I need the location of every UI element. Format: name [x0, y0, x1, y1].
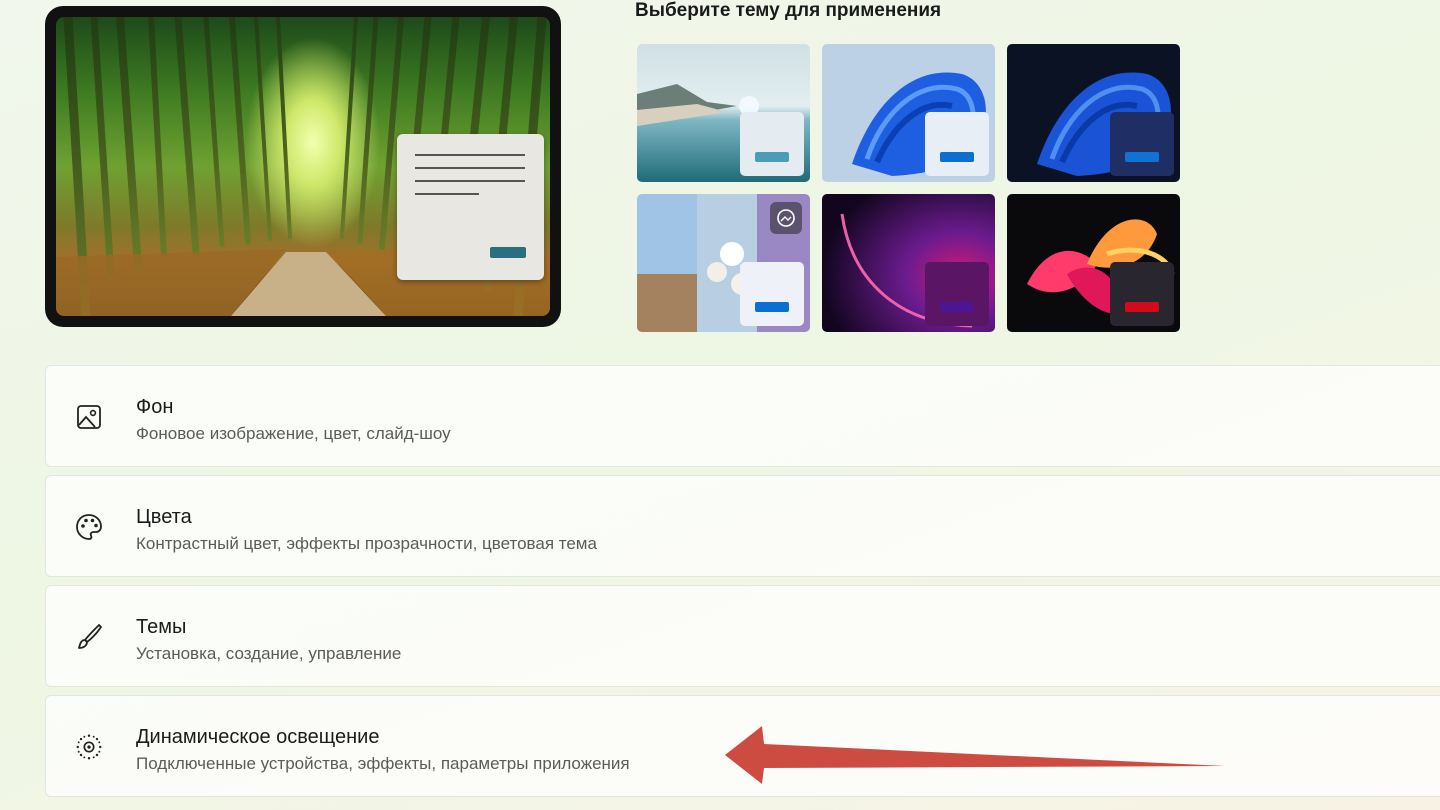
- mini-accent-button: [490, 247, 526, 258]
- theme-swatch: [925, 262, 989, 326]
- theme-card-flow-dark[interactable]: [1007, 194, 1180, 332]
- setting-title: Темы: [136, 616, 187, 638]
- theme-card-glow-lake[interactable]: [637, 44, 810, 182]
- palette-icon: [74, 512, 104, 542]
- preview-wallpaper: [56, 17, 550, 316]
- setting-subtitle: Установка, создание, управление: [136, 644, 402, 663]
- brush-icon: [74, 622, 104, 652]
- setting-colors[interactable]: Цвета Контрастный цвет, эффекты прозрачн…: [45, 475, 1440, 577]
- dynamic-lighting-icon: [74, 732, 104, 762]
- setting-dynamic-lighting[interactable]: Динамическое освещение Подключенные устр…: [45, 695, 1440, 797]
- theme-swatch: [925, 112, 989, 176]
- setting-title: Динамическое освещение: [136, 726, 380, 748]
- theme-swatch: [740, 262, 804, 326]
- setting-background[interactable]: Фон Фоновое изображение, цвет, слайд-шоу: [45, 365, 1440, 467]
- slideshow-badge: [770, 202, 802, 234]
- setting-subtitle: Подключенные устройства, эффекты, параме…: [136, 754, 630, 773]
- setting-title: Цвета: [136, 506, 192, 528]
- theme-picker-heading: Выберите тему для применения: [635, 0, 942, 21]
- theme-card-spotlight[interactable]: [637, 194, 810, 332]
- theme-card-windows-light[interactable]: [822, 44, 995, 182]
- theme-swatch: [1110, 262, 1174, 326]
- image-icon: [74, 402, 104, 432]
- setting-subtitle: Контрастный цвет, эффекты прозрачности, …: [136, 534, 597, 553]
- theme-swatch: [740, 112, 804, 176]
- mini-window-preview: [397, 134, 544, 280]
- slideshow-icon: [777, 209, 795, 227]
- setting-themes[interactable]: Темы Установка, создание, управление: [45, 585, 1440, 687]
- theme-card-windows-dark[interactable]: [1007, 44, 1180, 182]
- theme-card-glow-purple[interactable]: [822, 194, 995, 332]
- theme-preview: [45, 6, 561, 327]
- setting-title: Фон: [136, 396, 174, 418]
- theme-swatch: [1110, 112, 1174, 176]
- setting-subtitle: Фоновое изображение, цвет, слайд-шоу: [136, 424, 451, 443]
